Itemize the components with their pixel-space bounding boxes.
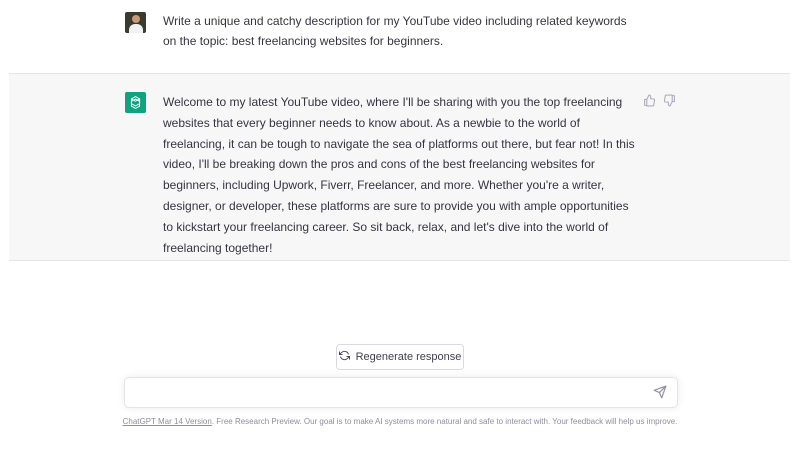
openai-logo-icon (125, 92, 146, 113)
message-input[interactable] (135, 384, 639, 404)
chat-page: Write a unique and catchy description fo… (0, 0, 800, 450)
user-message-text: Write a unique and catchy description fo… (163, 14, 627, 48)
thumbs-down-icon[interactable] (663, 94, 676, 107)
user-message-row: Write a unique and catchy description fo… (0, 0, 800, 72)
thumbs-up-icon[interactable] (643, 94, 656, 107)
regenerate-response-button[interactable]: Regenerate response (336, 344, 464, 370)
assistant-message-row: Welcome to my latest YouTube video, wher… (9, 73, 790, 261)
footer-disclaimer: ChatGPT Mar 14 Version. Free Research Pr… (0, 417, 800, 426)
regenerate-label: Regenerate response (355, 351, 462, 363)
feedback-buttons (643, 94, 676, 107)
avatar-head (132, 15, 140, 23)
avatar-body (129, 24, 143, 33)
user-avatar (125, 12, 146, 33)
message-composer (124, 377, 678, 408)
version-link[interactable]: ChatGPT Mar 14 Version (123, 417, 212, 426)
footer-text: . Free Research Preview. Our goal is to … (211, 417, 678, 426)
refresh-icon (338, 350, 350, 364)
paper-plane-icon[interactable] (653, 385, 667, 399)
assistant-message-text: Welcome to my latest YouTube video, wher… (163, 95, 635, 255)
